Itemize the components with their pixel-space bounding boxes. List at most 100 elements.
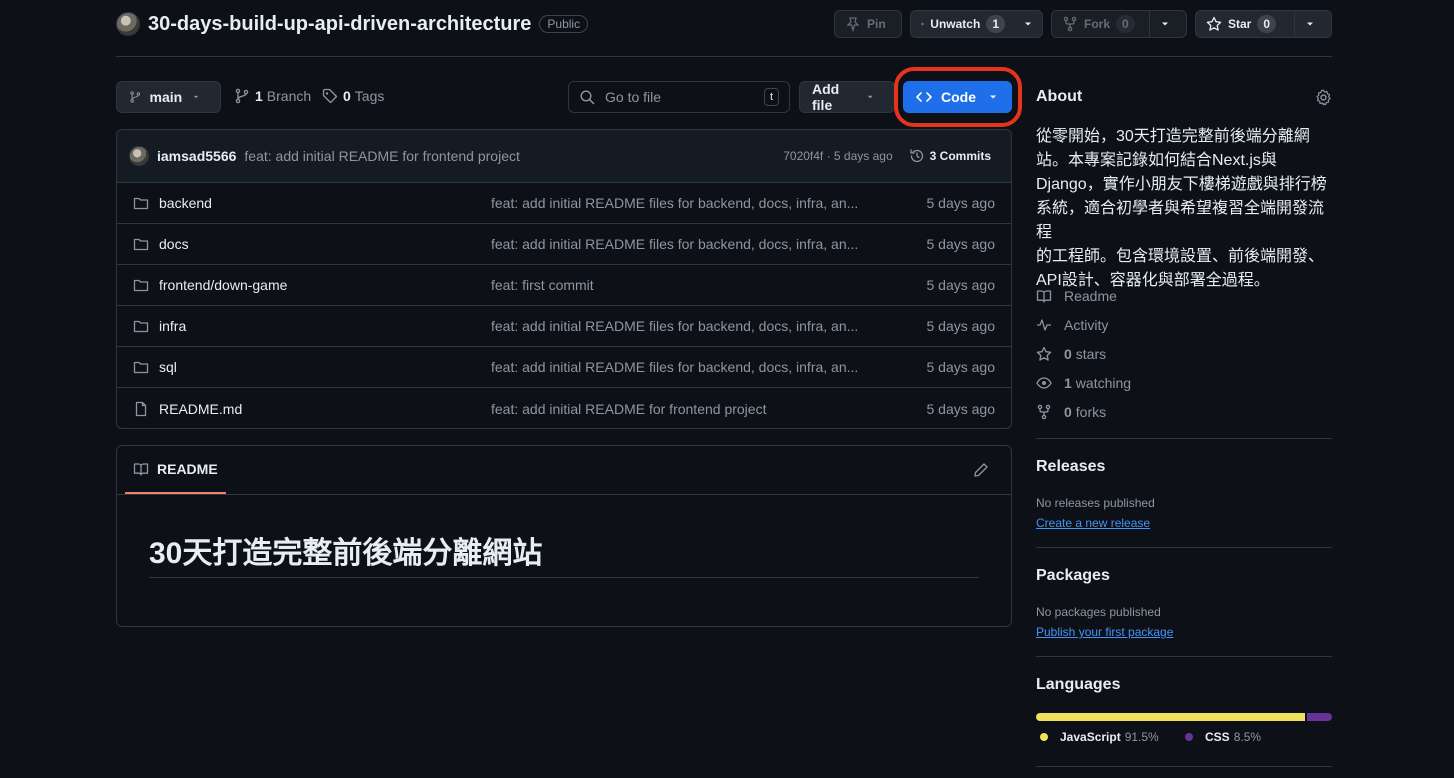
activity-link[interactable]: Activity xyxy=(1036,317,1108,333)
latest-commit-row: iamsad5566 feat: add initial README for … xyxy=(117,130,1011,183)
pulse-icon xyxy=(1037,319,1051,331)
create-release-link[interactable]: Create a new release xyxy=(1036,516,1150,530)
file-commit-message[interactable]: feat: add initial README files for backe… xyxy=(491,236,871,252)
star-icon xyxy=(1206,16,1222,31)
readme-heading: 30天打造完整前後端分離網站 xyxy=(149,537,543,570)
stars-link[interactable]: 0 stars xyxy=(1036,346,1106,362)
file-name[interactable]: infra xyxy=(159,318,186,334)
file-table: iamsad5566 feat: add initial README for … xyxy=(116,129,1012,429)
file-name[interactable]: README.md xyxy=(159,401,242,417)
stars-label: stars xyxy=(1075,346,1107,362)
file-commit-message[interactable]: feat: add initial README for frontend pr… xyxy=(491,401,871,417)
file-age: 5 days ago xyxy=(926,195,996,211)
file-name[interactable]: backend xyxy=(159,195,212,211)
code-icon xyxy=(916,92,932,102)
eye-icon xyxy=(1036,377,1052,389)
language-item-javascript[interactable]: JavaScript 91.5% xyxy=(1040,730,1159,744)
commit-author[interactable]: iamsad5566 xyxy=(157,148,236,164)
caret-down-icon xyxy=(1025,22,1031,26)
branches-link[interactable]: 1 Branch xyxy=(234,88,311,104)
branch-selector[interactable]: main xyxy=(116,81,221,113)
unwatch-dropdown[interactable] xyxy=(1015,11,1047,37)
language-name: JavaScript xyxy=(1060,730,1121,744)
fork-dropdown[interactable] xyxy=(1150,11,1186,37)
file-commit-message[interactable]: feat: add initial README files for backe… xyxy=(491,359,871,375)
packages-title[interactable]: Packages xyxy=(1036,567,1332,585)
releases-title[interactable]: Releases xyxy=(1036,458,1332,476)
file-icon xyxy=(135,401,147,416)
about-description-line: 的工程師。包含環境設置、前後端開發、 xyxy=(1036,248,1325,265)
add-file-button[interactable]: Add file xyxy=(799,81,895,113)
table-row[interactable]: sql feat: add initial README files for ba… xyxy=(117,347,1011,388)
search-icon xyxy=(580,90,595,105)
branch-count: 1 xyxy=(255,88,263,104)
commit-meta[interactable]: 7020f4f · 5 days ago xyxy=(783,149,892,163)
sidebar-divider xyxy=(1036,438,1332,439)
book-icon xyxy=(1036,290,1052,303)
tag-count: 0 xyxy=(343,88,351,104)
folder-icon xyxy=(133,320,149,333)
file-commit-message[interactable]: feat: add initial README files for backe… xyxy=(491,318,871,334)
readme-panel: README 30天打造完整前後端分離網站 xyxy=(116,445,1012,627)
table-row[interactable]: docs feat: add initial README files for b… xyxy=(117,224,1011,265)
languages-bar xyxy=(1036,713,1332,721)
folder-icon xyxy=(133,279,149,292)
commits-link[interactable]: 3 Commits xyxy=(909,148,999,164)
caret-down-icon xyxy=(867,95,873,99)
edit-readme-button[interactable] xyxy=(973,462,989,478)
about-settings-button[interactable] xyxy=(1315,89,1332,106)
sidebar-divider xyxy=(1036,656,1332,657)
file-age: 5 days ago xyxy=(926,318,996,334)
readme-link[interactable]: Readme xyxy=(1036,288,1117,304)
star-dropdown[interactable] xyxy=(1295,11,1331,37)
repo-name[interactable]: 30-days-build-up-api-driven-architecture xyxy=(148,13,531,36)
table-row[interactable]: infra feat: add initial README files for … xyxy=(117,306,1011,347)
tag-icon xyxy=(322,88,338,104)
language-dot xyxy=(1040,733,1048,741)
file-name[interactable]: sql xyxy=(159,359,177,375)
caret-down-icon xyxy=(1162,22,1168,26)
table-row[interactable]: backend feat: add initial README files fo… xyxy=(117,183,1011,224)
file-name[interactable]: frontend/down-game xyxy=(159,277,287,293)
star-count: 0 xyxy=(1257,15,1277,33)
file-commit-message[interactable]: feat: first commit xyxy=(491,277,871,293)
file-age: 5 days ago xyxy=(926,359,996,375)
code-button[interactable]: Code xyxy=(903,81,1012,113)
code-label: Code xyxy=(941,89,976,105)
star-button[interactable]: Star 0 xyxy=(1195,10,1332,38)
fork-button[interactable]: Fork 0 xyxy=(1051,10,1187,38)
pin-label: Pin xyxy=(867,17,886,31)
folder-icon xyxy=(133,238,149,251)
watching-count: 1 xyxy=(1064,375,1072,391)
file-name[interactable]: docs xyxy=(159,236,189,252)
commit-message[interactable]: feat: add initial README for frontend pr… xyxy=(244,148,519,164)
table-row[interactable]: README.md feat: add initial README for fr… xyxy=(117,388,1011,428)
watching-link[interactable]: 1 watching xyxy=(1036,375,1131,391)
branch-icon xyxy=(130,91,141,103)
tags-link[interactable]: 0 Tags xyxy=(322,88,384,104)
packages-empty-text: No packages published xyxy=(1036,605,1161,619)
author-avatar[interactable] xyxy=(129,146,149,166)
about-description-line: 從零開始，30天打造完整前後端分離網 xyxy=(1036,128,1310,145)
language-bar-segment xyxy=(1307,713,1332,721)
eye-icon xyxy=(921,22,925,26)
language-percent: 8.5% xyxy=(1233,730,1262,744)
forks-link[interactable]: 0 forks xyxy=(1036,404,1106,420)
caret-down-icon xyxy=(193,95,199,99)
unwatch-button[interactable]: Unwatch 1 xyxy=(910,10,1043,38)
file-commit-message[interactable]: feat: add initial README files for backe… xyxy=(491,195,871,211)
language-item-css[interactable]: CSS 8.5% xyxy=(1185,730,1261,744)
go-to-file-placeholder: Go to file xyxy=(605,89,662,105)
pin-button[interactable]: Pin xyxy=(834,10,902,38)
table-row[interactable]: frontend/down-game feat: first commit 5 da… xyxy=(117,265,1011,306)
readme-tab[interactable]: README xyxy=(125,446,226,494)
history-icon xyxy=(909,149,923,163)
star-icon xyxy=(1036,346,1052,361)
go-to-file-input[interactable]: Go to file t xyxy=(568,81,790,113)
publish-package-link[interactable]: Publish your first package xyxy=(1036,625,1173,639)
about-description: 從零開始，30天打造完整前後端分離網 站。本專案記錄如何結合Next.js與 D… xyxy=(1036,125,1332,293)
releases-empty-text: No releases published xyxy=(1036,496,1155,510)
owner-avatar[interactable] xyxy=(116,12,140,36)
about-description-line: 站。本專案記錄如何結合Next.js與 xyxy=(1036,152,1277,169)
fork-icon xyxy=(1063,16,1077,32)
